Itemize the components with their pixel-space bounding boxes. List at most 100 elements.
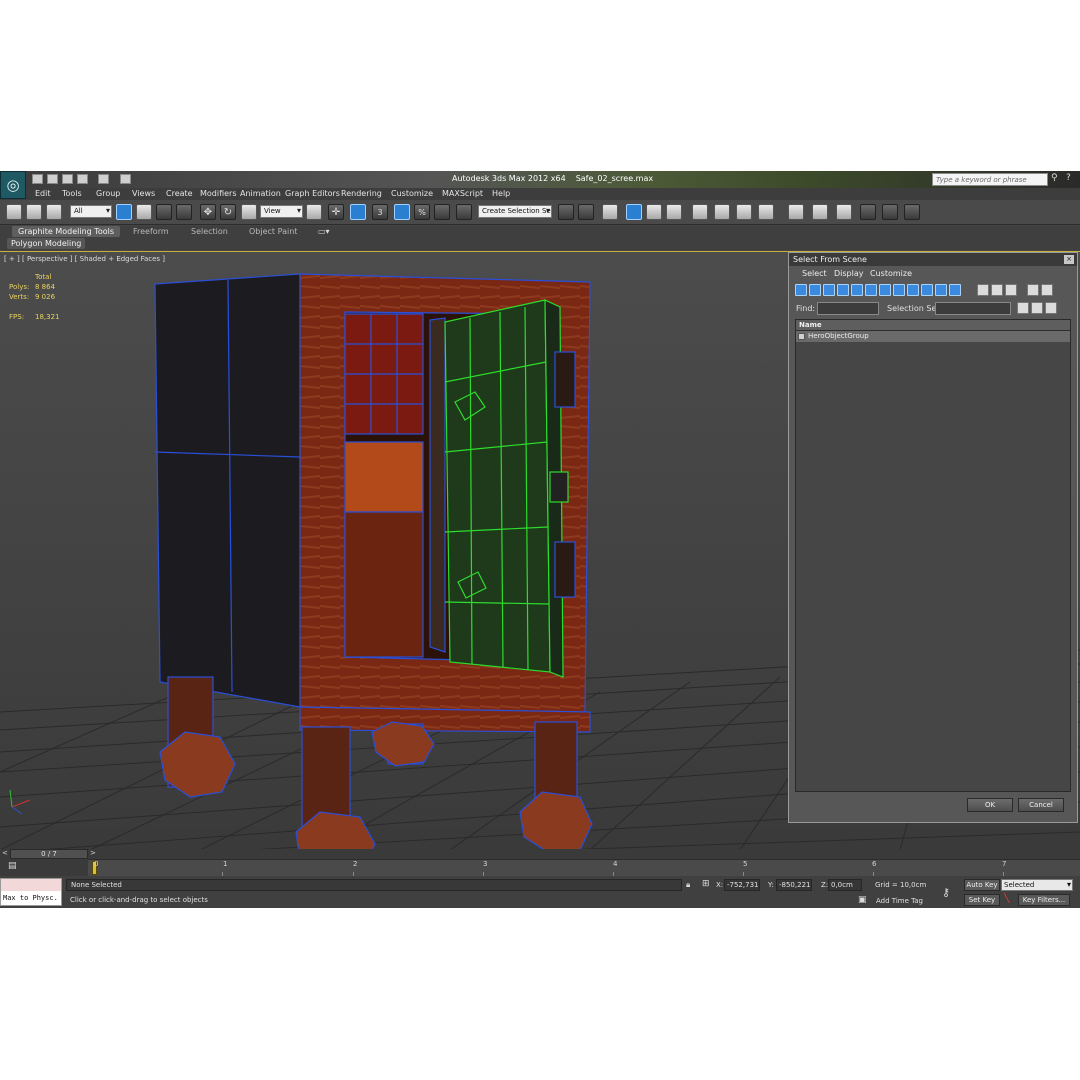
save-file-icon[interactable] [62, 174, 73, 184]
menu-help[interactable]: Help [492, 189, 510, 198]
layer-manager-icon[interactable] [602, 204, 618, 220]
menu-tools[interactable]: Tools [62, 189, 82, 198]
select-invert-icon[interactable] [1005, 284, 1017, 296]
material-editor-icon[interactable] [692, 204, 708, 220]
link-icon[interactable] [6, 204, 22, 220]
render-production-icon[interactable] [758, 204, 774, 220]
graphite-toggle-icon[interactable] [626, 204, 642, 220]
filter-lights-icon[interactable] [823, 284, 835, 296]
viewport-label[interactable]: [ + ] [ Perspective ] [ Shaded + Edged F… [4, 255, 165, 263]
filter-options-icon[interactable] [1041, 284, 1053, 296]
scene-object-list[interactable]: Name HeroObjectGroup [795, 319, 1071, 792]
select-object-icon[interactable] [116, 204, 132, 220]
x-coordinate-field[interactable]: -752,7316c [724, 879, 760, 891]
selection-set-remove-icon[interactable] [1031, 302, 1043, 314]
dialog-menu-display[interactable]: Display [834, 269, 864, 278]
key-filter-icon[interactable]: ╲ [1004, 894, 1009, 904]
selection-set-add-icon[interactable] [1017, 302, 1029, 314]
next-frame-icon[interactable]: > [90, 849, 96, 857]
move-icon[interactable]: ✥ [200, 204, 216, 220]
filter-bones-icon[interactable] [907, 284, 919, 296]
selection-set-manage-icon[interactable] [1045, 302, 1057, 314]
named-selection-dropdown[interactable]: Create Selection Se [478, 205, 552, 218]
script-icon[interactable] [836, 204, 852, 220]
key-filters-button[interactable]: Key Filters... [1018, 894, 1070, 906]
help-icon[interactable]: ? [1066, 173, 1075, 185]
project-folder-icon[interactable] [120, 174, 131, 184]
rectangular-region-icon[interactable] [156, 204, 172, 220]
tab-freeform[interactable]: Freeform [133, 227, 169, 238]
select-by-name-icon[interactable] [136, 204, 152, 220]
menu-maxscript[interactable]: MAXScript [442, 189, 483, 198]
snaps-toggle-icon[interactable]: 3 [372, 204, 388, 220]
menu-group[interactable]: Group [96, 189, 120, 198]
keyboard-shortcut-override-icon[interactable] [350, 204, 366, 220]
filter-frozen-icon[interactable] [935, 284, 947, 296]
binoculars-icon[interactable]: ⚲ [1051, 173, 1060, 185]
select-all-icon[interactable] [977, 284, 989, 296]
reference-coordinate-dropdown[interactable]: View [260, 205, 303, 218]
selection-set-dropdown[interactable] [935, 302, 1011, 315]
maxscript-input[interactable] [1, 879, 61, 891]
menu-animation[interactable]: Animation [240, 189, 281, 198]
align-icon[interactable] [578, 204, 594, 220]
rotate-icon[interactable]: ↻ [220, 204, 236, 220]
filter-space-warps-icon[interactable] [865, 284, 877, 296]
particle-view-icon[interactable] [812, 204, 828, 220]
z-coordinate-field[interactable]: 0,0cm [828, 879, 862, 891]
filter-hidden-icon[interactable] [949, 284, 961, 296]
undo-icon[interactable] [77, 174, 88, 184]
angle-snap-icon[interactable] [394, 204, 410, 220]
cycle-icon[interactable] [882, 204, 898, 220]
mini-curve-editor-icon[interactable]: ▤ [8, 861, 17, 871]
percent-snap-icon[interactable]: % [414, 204, 430, 220]
rendered-frame-window-icon[interactable] [736, 204, 752, 220]
spinner-snap-icon[interactable] [434, 204, 450, 220]
isolate-icon[interactable] [904, 204, 920, 220]
menu-edit[interactable]: Edit [35, 189, 51, 198]
tab-polygon-modeling[interactable]: Polygon Modeling [7, 238, 86, 249]
dialog-menu-select[interactable]: Select [802, 269, 827, 278]
dialog-close-button[interactable]: × [1064, 255, 1074, 264]
container-icon[interactable] [788, 204, 804, 220]
tab-selection[interactable]: Selection [191, 227, 228, 238]
menu-rendering[interactable]: Rendering [341, 189, 382, 198]
dialog-menu-customize[interactable]: Customize [870, 269, 912, 278]
key-mode-dropdown[interactable]: Selected [1001, 879, 1073, 891]
key-icon[interactable]: ⚷ [942, 886, 950, 899]
list-item[interactable]: HeroObjectGroup [796, 331, 1070, 342]
filter-shapes-icon[interactable] [809, 284, 821, 296]
menu-views[interactable]: Views [132, 189, 155, 198]
lock-icon[interactable]: 🔒︎ [686, 880, 690, 890]
tab-object-paint[interactable]: Object Paint [249, 227, 297, 238]
filter-xrefs-icon[interactable] [893, 284, 905, 296]
menu-modifiers[interactable]: Modifiers [200, 189, 237, 198]
filter-cameras-icon[interactable] [837, 284, 849, 296]
time-track[interactable] [88, 859, 1080, 876]
time-tag-icon[interactable]: ▣ [858, 895, 867, 905]
auto-key-button[interactable]: Auto Key [964, 879, 1000, 891]
column-header-name[interactable]: Name [796, 320, 1070, 331]
render-setup-icon[interactable] [714, 204, 730, 220]
filter-icon[interactable] [1027, 284, 1039, 296]
menu-graph-editors[interactable]: Graph Editors [285, 189, 340, 198]
ok-button[interactable]: OK [967, 798, 1013, 812]
application-button[interactable]: ◎ [0, 171, 26, 199]
select-manipulate-icon[interactable]: ✛ [328, 204, 344, 220]
mirror-icon[interactable] [558, 204, 574, 220]
maxscript-listener[interactable]: Max to Physc. [0, 878, 62, 906]
scale-icon[interactable] [241, 204, 257, 220]
unlink-icon[interactable] [26, 204, 42, 220]
pivot-center-icon[interactable] [306, 204, 322, 220]
ribbon-minimize-icon[interactable]: ▭▾ [318, 227, 330, 238]
search-input[interactable]: Type a keyword or phrase [932, 173, 1048, 186]
filter-groups-icon[interactable] [879, 284, 891, 296]
new-file-icon[interactable] [32, 174, 43, 184]
select-none-icon[interactable] [991, 284, 1003, 296]
filter-geometry-icon[interactable] [795, 284, 807, 296]
menu-create[interactable]: Create [166, 189, 193, 198]
curve-editor-icon[interactable] [646, 204, 662, 220]
cancel-button[interactable]: Cancel [1018, 798, 1064, 812]
redo-icon[interactable] [98, 174, 109, 184]
filter-helpers-icon[interactable] [851, 284, 863, 296]
